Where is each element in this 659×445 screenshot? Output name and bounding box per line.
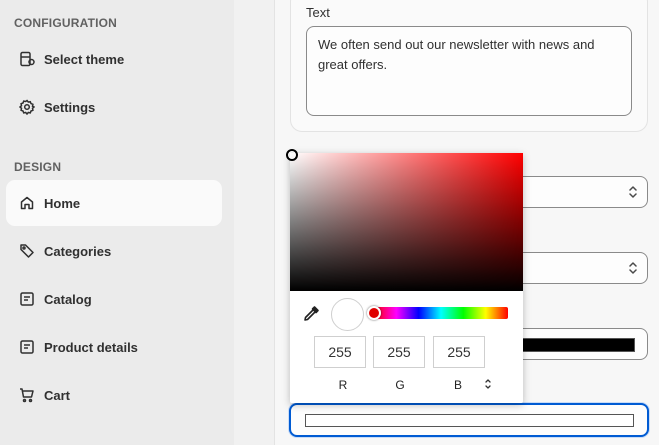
text-field[interactable]: We often send out our newsletter with ne… bbox=[306, 26, 632, 116]
format-toggle-icon[interactable] bbox=[483, 377, 493, 391]
hue-handle[interactable] bbox=[367, 306, 381, 320]
b-input[interactable]: 255 bbox=[433, 336, 485, 368]
sidebar-item-label: Settings bbox=[44, 99, 96, 115]
color-preview bbox=[331, 298, 364, 331]
text-field-label: Text bbox=[306, 5, 330, 20]
home-icon bbox=[18, 194, 36, 212]
sidebar-item-label: Catalog bbox=[44, 291, 92, 307]
cart-icon bbox=[18, 386, 36, 404]
saturation-handle[interactable] bbox=[286, 149, 298, 161]
r-input[interactable]: 255 bbox=[314, 336, 366, 368]
chevron-up-down-icon bbox=[627, 260, 639, 281]
sidebar-item-categories[interactable]: Categories bbox=[6, 228, 222, 274]
eyedropper-icon[interactable] bbox=[302, 305, 320, 323]
g-input[interactable]: 255 bbox=[373, 336, 425, 368]
sidebar-item-product-details[interactable]: Product details bbox=[6, 324, 222, 370]
color-swatch bbox=[521, 338, 635, 352]
section-title-design: DESIGN bbox=[14, 160, 62, 174]
sidebar: CONFIGURATION Select theme Settings DESI… bbox=[0, 0, 234, 445]
sidebar-item-select-theme[interactable]: Select theme bbox=[6, 36, 222, 82]
catalog-icon bbox=[18, 290, 36, 308]
sidebar-item-label: Product details bbox=[44, 339, 138, 355]
g-label: G bbox=[395, 378, 405, 392]
sidebar-item-label: Categories bbox=[44, 243, 112, 259]
color-field-focused[interactable] bbox=[289, 403, 649, 437]
chevron-up-down-icon bbox=[627, 184, 639, 205]
sidebar-item-cart[interactable]: Cart bbox=[6, 372, 222, 418]
sidebar-item-label: Select theme bbox=[44, 51, 125, 67]
section-title-configuration: CONFIGURATION bbox=[14, 16, 118, 30]
tag-icon bbox=[18, 242, 36, 260]
sidebar-item-label: Cart bbox=[44, 387, 71, 403]
r-label: R bbox=[338, 378, 348, 392]
sidebar-item-catalog[interactable]: Catalog bbox=[6, 276, 222, 322]
color-picker-popover: 255 255 255 R G B bbox=[286, 149, 523, 403]
sidebar-item-label: Home bbox=[44, 195, 81, 211]
product-details-icon bbox=[18, 338, 36, 356]
sidebar-item-home[interactable]: Home bbox=[6, 180, 222, 226]
hue-slider[interactable] bbox=[367, 306, 508, 320]
gear-icon bbox=[18, 98, 36, 116]
color-swatch bbox=[305, 414, 634, 427]
theme-icon bbox=[18, 50, 36, 68]
saturation-area[interactable] bbox=[286, 149, 523, 291]
sidebar-item-settings[interactable]: Settings bbox=[6, 84, 222, 130]
b-label: B bbox=[453, 378, 462, 392]
